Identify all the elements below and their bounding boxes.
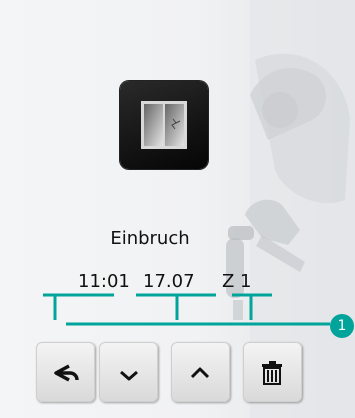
callout-number: 1 xyxy=(330,314,354,338)
device-screen: Einbruch 11:01 17.07 Z 1 1 xyxy=(0,0,355,418)
callout-lines xyxy=(43,293,330,326)
